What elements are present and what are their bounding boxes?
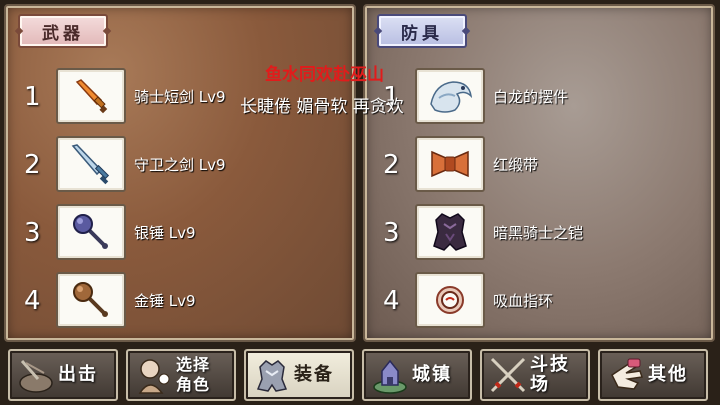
armor-slot-3[interactable]: 3 暗黑骑士之铠: [365, 204, 715, 264]
weapon-slot-3[interactable]: 3 银锤 Lv9: [6, 204, 356, 264]
gold-mace-icon: [73, 282, 108, 317]
armor-icon-box[interactable]: [415, 272, 485, 328]
slot-number: 4: [24, 286, 41, 316]
armor-equip-icon: [256, 360, 288, 392]
dark-knight-armor-icon: [433, 213, 467, 251]
armor-icon-box[interactable]: [415, 68, 485, 124]
nav-sortie-label: 出击: [58, 364, 98, 385]
weapon-name: 守卫之剑 Lv9: [134, 156, 226, 174]
armor-panel: 防具 1 白龙的摆件 2 红缎带 3 暗黑骑士之铠 4 吸血指环: [363, 4, 715, 342]
weapon-name: 骑士短剑 Lv9: [134, 88, 226, 106]
armor-slot-2[interactable]: 2 红缎带: [365, 136, 715, 196]
weapon-icon-box[interactable]: [56, 68, 126, 124]
armor-name: 红缎带: [493, 156, 539, 174]
hand-icon: [611, 358, 643, 390]
armor-icon-box[interactable]: [415, 204, 485, 260]
town-icon: [373, 359, 407, 394]
guardian-sword-icon: [71, 144, 110, 185]
weapon-name: 金锤 Lv9: [134, 292, 196, 310]
armor-name: 白龙的摆件: [493, 88, 569, 106]
nav-other-button[interactable]: 其他: [598, 349, 708, 401]
nav-town-button[interactable]: 城镇: [362, 349, 472, 401]
armor-slot-1[interactable]: 1 白龙的摆件: [365, 68, 715, 128]
sortie-icon: [19, 360, 53, 393]
red-ribbon-icon: [431, 150, 469, 178]
weapons-panel: 武器 1 骑士短剑 Lv9 2 守卫之剑 Lv9 3 银锤 Lv9 4 金锤 L…: [4, 4, 356, 342]
armor-panel-title: 防具: [377, 14, 467, 48]
armor-icon-box[interactable]: [415, 136, 485, 192]
weapon-name: 银锤 Lv9: [134, 224, 196, 242]
slot-number: 1: [24, 82, 41, 112]
nav-arena-label: 斗技场: [530, 354, 570, 395]
silver-mace-icon: [73, 214, 108, 249]
slot-number: 3: [24, 218, 41, 248]
weapon-icon-box[interactable]: [56, 272, 126, 328]
armor-name: 暗黑骑士之铠: [493, 224, 584, 242]
armor-name: 吸血指环: [493, 292, 554, 310]
nav-sortie-button[interactable]: 出击: [8, 349, 118, 401]
weapons-panel-title: 武器: [18, 14, 108, 48]
nav-select-character-label: 选择 角色: [176, 355, 210, 395]
nav-select-character-button[interactable]: 选择 角色: [126, 349, 236, 401]
vampire-ring-icon: [436, 286, 464, 314]
slot-number: 2: [24, 150, 41, 180]
weapon-icon-box[interactable]: [56, 204, 126, 260]
nav-town-label: 城镇: [412, 364, 452, 385]
nav-equip-label: 装备: [294, 364, 334, 385]
overlay-caption-white: 长睫倦 媚骨软 再贪欢: [240, 97, 404, 117]
slot-number: 4: [383, 286, 400, 316]
nav-equip-button[interactable]: 装备: [244, 349, 354, 401]
overlay-caption-red: 鱼水同欢赴巫山: [265, 65, 384, 85]
nav-other-label: 其他: [648, 364, 688, 385]
white-dragon-ornament-icon: [430, 81, 473, 113]
short-sword-icon: [75, 79, 108, 114]
weapon-slot-2[interactable]: 2 守卫之剑 Lv9: [6, 136, 356, 196]
crossed-swords-icon: [490, 357, 526, 393]
slot-number: 3: [383, 218, 400, 248]
character-icon: [138, 359, 170, 394]
armor-slot-4[interactable]: 4 吸血指环: [365, 272, 715, 332]
bottom-nav-bar: 出击 选择 角色 装备 城镇 斗技场 其他: [0, 345, 720, 405]
nav-select-line2: 角色: [176, 375, 211, 394]
weapon-slot-4[interactable]: 4 金锤 Lv9: [6, 272, 356, 332]
nav-select-line1: 选择: [176, 355, 211, 374]
weapon-icon-box[interactable]: [56, 136, 126, 192]
nav-arena-button[interactable]: 斗技场: [480, 349, 590, 401]
slot-number: 2: [383, 150, 400, 180]
